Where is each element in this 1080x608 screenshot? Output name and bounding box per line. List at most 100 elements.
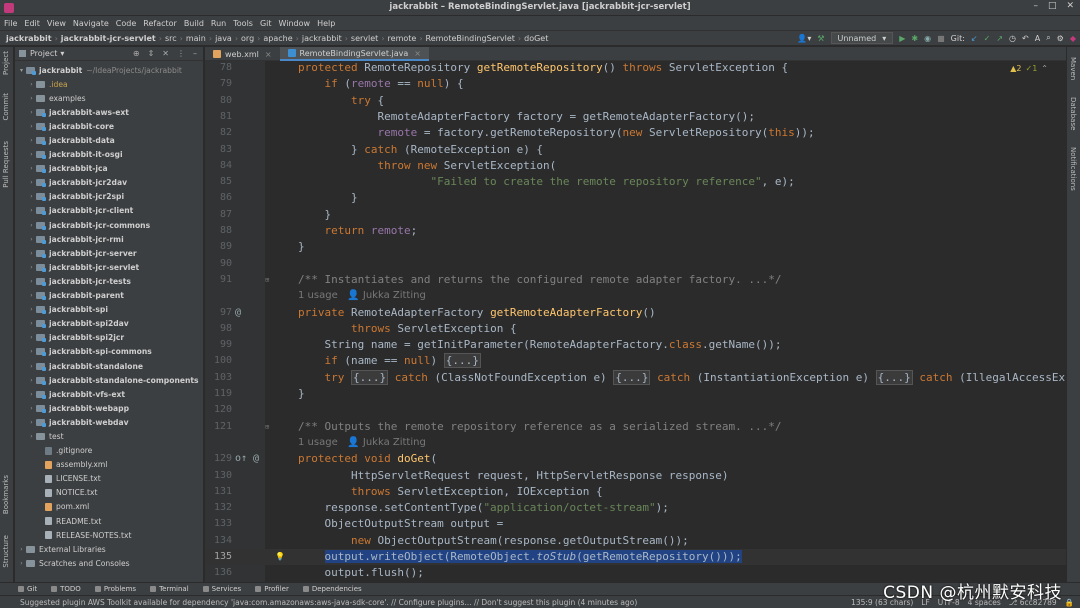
code-line[interactable]: 100 if (name == null) {...} xyxy=(205,353,1066,369)
tree-item[interactable]: › jackrabbit-vfs-ext xyxy=(15,387,203,401)
status-message[interactable]: Suggested plugin AWS Toolkit available f… xyxy=(20,598,637,607)
code-text[interactable]: private RemoteAdapterFactory getRemoteAd… xyxy=(298,305,656,321)
breadcrumb-item[interactable]: java xyxy=(215,34,232,43)
tree-item[interactable]: LICENSE.txt xyxy=(15,472,203,486)
code-line[interactable]: 88 return remote; xyxy=(205,223,1066,239)
line-number[interactable]: 130 xyxy=(205,468,232,484)
chevron-right-icon[interactable]: › xyxy=(27,81,36,88)
line-number[interactable]: 129 xyxy=(205,451,232,467)
line-number[interactable]: 121 xyxy=(205,419,232,435)
chevron-right-icon[interactable]: › xyxy=(27,320,36,327)
history-icon[interactable]: ◷ xyxy=(1009,34,1016,43)
minimize-button[interactable]: – xyxy=(1033,1,1038,11)
code-line[interactable]: 130 HttpServletRequest request, HttpServ… xyxy=(205,468,1066,484)
search-icon[interactable]: ⌕ xyxy=(1046,33,1050,43)
line-number[interactable]: 79 xyxy=(205,76,232,92)
breadcrumb-item[interactable]: apache xyxy=(263,34,292,43)
tree-item[interactable]: assembly.xml xyxy=(15,458,203,472)
code-line[interactable]: 89} xyxy=(205,239,1066,255)
database-tool-tab[interactable]: Database xyxy=(1069,97,1077,130)
close-tab-icon[interactable]: × xyxy=(265,50,272,59)
code-text[interactable]: remote = factory.getRemoteRepository(new… xyxy=(298,125,814,141)
tree-item[interactable]: › jackrabbit-jcr-rmi xyxy=(15,232,203,246)
tree-item[interactable]: README.txt xyxy=(15,514,203,528)
chevron-right-icon[interactable]: › xyxy=(27,334,36,341)
project-tool-tab[interactable]: Project xyxy=(2,51,10,75)
code-text[interactable]: String name = getInitParameter(RemoteAda… xyxy=(298,337,781,353)
line-number[interactable]: 80 xyxy=(205,93,232,109)
bookmarks-tool-tab[interactable]: Bookmarks xyxy=(2,475,10,514)
usage-hint[interactable]: 1 usage 👤 Jukka Zitting xyxy=(298,435,426,451)
chevron-right-icon[interactable]: › xyxy=(27,264,36,271)
tree-item[interactable]: pom.xml xyxy=(15,500,203,514)
tree-item[interactable]: › jackrabbit-parent xyxy=(15,289,203,303)
tree-item[interactable]: › jackrabbit-jcr2spi xyxy=(15,190,203,204)
code-text[interactable]: } xyxy=(298,207,331,223)
line-number[interactable]: 81 xyxy=(205,109,232,125)
line-number[interactable]: 87 xyxy=(205,207,232,223)
line-number[interactable]: 136 xyxy=(205,565,232,581)
code-text[interactable]: protected RemoteRepository getRemoteRepo… xyxy=(298,61,788,76)
lightbulb-icon[interactable]: 💡 xyxy=(275,549,285,565)
menu-view[interactable]: View xyxy=(47,19,66,28)
hide-icon[interactable]: – xyxy=(193,49,197,58)
code-text[interactable]: throws ServletException, IOException { xyxy=(298,484,603,500)
line-number[interactable]: 132 xyxy=(205,500,232,516)
line-number[interactable]: 135 xyxy=(205,549,232,565)
breadcrumb-item[interactable]: jackrabbit xyxy=(302,34,342,43)
tree-item[interactable]: › jackrabbit-jcr-servlet xyxy=(15,260,203,274)
code-text[interactable]: } xyxy=(298,190,358,206)
code-line[interactable]: 131 throws ServletException, IOException… xyxy=(205,484,1066,500)
debug-icon[interactable]: ✱ xyxy=(911,34,918,43)
code-text[interactable]: RemoteAdapterFactory factory = getRemote… xyxy=(298,109,755,125)
line-number[interactable]: 103 xyxy=(205,370,232,386)
chevron-right-icon[interactable]: › xyxy=(27,123,36,130)
line-number[interactable]: 90 xyxy=(205,256,232,272)
tool-services[interactable]: Services xyxy=(202,585,241,593)
chevron-right-icon[interactable]: › xyxy=(27,207,36,214)
tree-item[interactable]: RELEASE-NOTES.txt xyxy=(15,528,203,542)
code-line[interactable]: 129 protected void doGet(o↑ @ xyxy=(205,451,1066,467)
chevron-right-icon[interactable]: › xyxy=(27,278,36,285)
code-text[interactable]: } catch (RemoteException e) { xyxy=(298,142,543,158)
code-line[interactable]: 134 new ObjectOutputStream(response.getO… xyxy=(205,533,1066,549)
chevron-right-icon[interactable]: › xyxy=(27,137,36,144)
chevron-down-icon[interactable]: ▾ xyxy=(17,67,26,74)
fold-icon[interactable]: ⊞ xyxy=(265,272,269,288)
tree-item[interactable]: › .idea xyxy=(15,77,203,91)
usage-hint[interactable]: 1 usage 👤 Jukka Zitting xyxy=(298,288,426,304)
menu-edit[interactable]: Edit xyxy=(24,19,40,28)
line-number[interactable]: 91 xyxy=(205,272,232,288)
tree-item[interactable]: › jackrabbit-spi xyxy=(15,303,203,317)
external-libraries[interactable]: › External Libraries xyxy=(15,542,203,556)
code-line[interactable]: 82 remote = factory.getRemoteRepository(… xyxy=(205,125,1066,141)
tool-problems[interactable]: Problems xyxy=(94,585,136,593)
code-text[interactable]: if (name == null) {...} xyxy=(298,353,481,369)
tree-item[interactable]: › jackrabbit-jcr-commons xyxy=(15,218,203,232)
code-text[interactable]: "Failed to create the remote repository … xyxy=(298,174,794,190)
line-number[interactable]: 82 xyxy=(205,125,232,141)
breadcrumb-item[interactable]: main xyxy=(186,34,206,43)
code-text[interactable]: /** Instantiates and returns the configu… xyxy=(298,272,781,288)
code-line[interactable]: 132 response.setContentType("application… xyxy=(205,500,1066,516)
code-line[interactable]: 99 String name = getInitParameter(Remote… xyxy=(205,337,1066,353)
menu-window[interactable]: Window xyxy=(279,19,311,28)
code-lens-hint[interactable]: 1 usage 👤 Jukka Zitting xyxy=(205,288,1066,304)
menu-navigate[interactable]: Navigate xyxy=(73,19,109,28)
tree-item[interactable]: .gitignore xyxy=(15,444,203,458)
stop-icon[interactable]: ■ xyxy=(937,34,945,43)
project-panel-title[interactable]: Project xyxy=(30,49,57,58)
structure-tool-tab[interactable]: Structure xyxy=(2,535,10,568)
line-number[interactable]: 88 xyxy=(205,223,232,239)
translate-icon[interactable]: A xyxy=(1035,34,1040,43)
tree-item[interactable]: › jackrabbit-jcr2dav xyxy=(15,176,203,190)
breadcrumb-item[interactable]: servlet xyxy=(351,34,378,43)
close-button[interactable]: ✕ xyxy=(1066,1,1074,11)
tree-item[interactable]: › jackrabbit-core xyxy=(15,119,203,133)
menu-help[interactable]: Help xyxy=(317,19,335,28)
menu-refactor[interactable]: Refactor xyxy=(143,19,177,28)
code-line[interactable]: 119} xyxy=(205,386,1066,402)
tab-remote-binding-servlet[interactable]: RemoteBindingServlet.java × xyxy=(279,47,429,61)
code-text[interactable]: new ObjectOutputStream(response.getOutpu… xyxy=(298,533,689,549)
code-line[interactable]: 120 xyxy=(205,402,1066,418)
